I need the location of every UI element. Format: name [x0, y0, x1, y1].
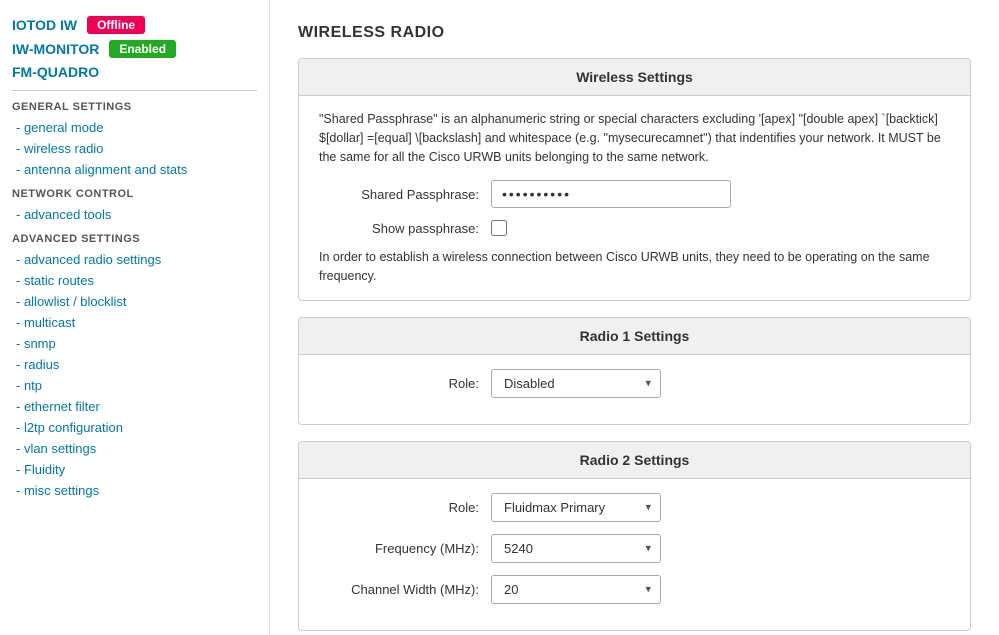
radio2-body: Role: Disabled Fluidmax Primary Fluidmax… — [299, 479, 970, 630]
passphrase-row: Shared Passphrase: — [319, 180, 950, 208]
radio2-role-row: Role: Disabled Fluidmax Primary Fluidmax… — [319, 493, 950, 522]
brand-link-fmquadro[interactable]: FM-QUADRO — [12, 64, 99, 80]
radio1-role-select[interactable]: Disabled Fluidmax Primary Fluidmax Secon… — [491, 369, 661, 398]
show-passphrase-label: Show passphrase: — [319, 221, 479, 236]
wireless-settings-header: Wireless Settings — [299, 59, 970, 96]
section-label-advanced: ADVANCED SETTINGS — [12, 233, 257, 245]
sidebar-item-radius[interactable]: - radius — [12, 354, 257, 375]
section-general: GENERAL SETTINGS - general mode - wirele… — [12, 101, 257, 180]
sidebar-item-snmp[interactable]: - snmp — [12, 333, 257, 354]
brand-list: IOTOD IW Offline IW-MONITOR Enabled FM-Q… — [12, 16, 257, 80]
section-label-network: NETWORK CONTROL — [12, 188, 257, 200]
sidebar-item-antenna[interactable]: - antenna alignment and stats — [12, 159, 257, 180]
radio1-card: Radio 1 Settings Role: Disabled Fluidmax… — [298, 317, 971, 425]
sidebar-item-wireless-radio[interactable]: - wireless radio — [12, 138, 257, 159]
wireless-settings-body: "Shared Passphrase" is an alphanumeric s… — [299, 96, 970, 300]
section-label-general: GENERAL SETTINGS — [12, 101, 257, 113]
sidebar-item-general-mode[interactable]: - general mode — [12, 117, 257, 138]
passphrase-input[interactable] — [491, 180, 731, 208]
main-content: WIRELESS RADIO Wireless Settings "Shared… — [270, 0, 999, 635]
radio2-channel-row: Channel Width (MHz): 20 40 80 ▾ — [319, 575, 950, 604]
sidebar-item-advanced-tools[interactable]: - advanced tools — [12, 204, 257, 225]
page-title: WIRELESS RADIO — [298, 24, 971, 42]
brand-item-iwmonitor: IW-MONITOR Enabled — [12, 40, 257, 58]
radio2-role-label: Role: — [319, 500, 479, 515]
radio2-channel-select[interactable]: 20 40 80 — [491, 575, 661, 604]
sidebar-item-misc[interactable]: - misc settings — [12, 480, 257, 501]
sidebar-item-advanced-radio[interactable]: - advanced radio settings — [12, 249, 257, 270]
radio1-role-label: Role: — [319, 376, 479, 391]
radio1-body: Role: Disabled Fluidmax Primary Fluidmax… — [299, 355, 970, 424]
sidebar-item-multicast[interactable]: - multicast — [12, 312, 257, 333]
radio2-freq-wrapper: 5180 5200 5220 5240 5260 5280 5300 5320 … — [491, 534, 661, 563]
radio1-role-wrapper: Disabled Fluidmax Primary Fluidmax Secon… — [491, 369, 661, 398]
radio2-freq-select[interactable]: 5180 5200 5220 5240 5260 5280 5300 5320 — [491, 534, 661, 563]
radio2-freq-label: Frequency (MHz): — [319, 541, 479, 556]
radio1-header: Radio 1 Settings — [299, 318, 970, 355]
wireless-settings-card: Wireless Settings "Shared Passphrase" is… — [298, 58, 971, 301]
radio2-freq-row: Frequency (MHz): 5180 5200 5220 5240 526… — [319, 534, 950, 563]
radio2-role-wrapper: Disabled Fluidmax Primary Fluidmax Secon… — [491, 493, 661, 522]
badge-enabled: Enabled — [109, 40, 176, 58]
radio2-role-select[interactable]: Disabled Fluidmax Primary Fluidmax Secon… — [491, 493, 661, 522]
section-advanced: ADVANCED SETTINGS - advanced radio setti… — [12, 233, 257, 501]
show-passphrase-checkbox[interactable] — [491, 220, 507, 236]
show-passphrase-row: Show passphrase: — [319, 220, 950, 236]
sidebar-item-vlan[interactable]: - vlan settings — [12, 438, 257, 459]
badge-offline: Offline — [87, 16, 145, 34]
passphrase-label: Shared Passphrase: — [319, 187, 479, 202]
radio1-role-row: Role: Disabled Fluidmax Primary Fluidmax… — [319, 369, 950, 398]
sidebar-item-l2tp[interactable]: - l2tp configuration — [12, 417, 257, 438]
brand-link-iwmonitor[interactable]: IW-MONITOR — [12, 41, 99, 57]
sidebar-item-fluidity[interactable]: - Fluidity — [12, 459, 257, 480]
passphrase-note: "Shared Passphrase" is an alphanumeric s… — [319, 110, 950, 166]
radio2-header: Radio 2 Settings — [299, 442, 970, 479]
sidebar: IOTOD IW Offline IW-MONITOR Enabled FM-Q… — [0, 0, 270, 635]
radio2-card: Radio 2 Settings Role: Disabled Fluidmax… — [298, 441, 971, 631]
radio2-channel-wrapper: 20 40 80 ▾ — [491, 575, 661, 604]
sidebar-divider-1 — [12, 90, 257, 91]
sidebar-item-allowlist[interactable]: - allowlist / blocklist — [12, 291, 257, 312]
radio2-channel-label: Channel Width (MHz): — [319, 582, 479, 597]
sidebar-item-ntp[interactable]: - ntp — [12, 375, 257, 396]
brand-item-fmquadro: FM-QUADRO — [12, 64, 257, 80]
frequency-note: In order to establish a wireless connect… — [319, 248, 950, 286]
sidebar-item-ethernet-filter[interactable]: - ethernet filter — [12, 396, 257, 417]
sidebar-item-static-routes[interactable]: - static routes — [12, 270, 257, 291]
brand-link-iotod[interactable]: IOTOD IW — [12, 17, 77, 33]
section-network: NETWORK CONTROL - advanced tools — [12, 188, 257, 225]
brand-item-iotod: IOTOD IW Offline — [12, 16, 257, 34]
